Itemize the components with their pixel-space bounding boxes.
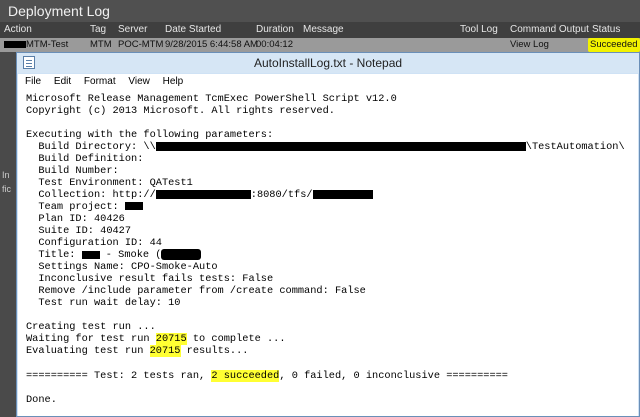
log-line: Copyright (c) 2013 Microsoft. All rights… [26,105,335,117]
background-text-fragment: fic [2,184,11,194]
row-action: MTM-Test [4,38,68,52]
log-line: Plan ID: 40426 [26,213,125,225]
notepad-window: AutoInstallLog.txt - Notepad File Edit F… [16,52,640,417]
row-duration: 00:04:12 [256,39,293,50]
column-header-tag[interactable]: Tag [90,22,106,38]
redaction-bar [161,249,202,260]
log-line-evaluating: Evaluating test run 20715 results... [26,345,249,357]
log-line: Creating test run ... [26,321,156,333]
menu-bar: File Edit Format View Help [18,74,638,90]
row-date-started: 9/28/2015 6:44:58 AM [165,39,258,50]
log-line-waiting: Waiting for test run 20715 to complete .… [26,333,286,345]
column-header-date-started[interactable]: Date Started [165,22,221,38]
log-line: Build Definition: [26,153,144,165]
log-line-collection: Collection: http://:8080/tfs/ [26,189,373,201]
log-line-title: Title: - Smoke ( [26,249,202,261]
log-line-team-project: Team project: [26,201,143,213]
view-log-link[interactable]: View Log [510,38,549,52]
log-line-result: ========== Test: 2 tests ran, 2 succeede… [26,370,508,382]
highlighted-succeeded: 2 succeeded [211,370,280,382]
redaction-bar [81,250,100,259]
log-line: Microsoft Release Management TcmExec Pow… [26,93,397,105]
notepad-icon [23,56,35,69]
log-line: Executing with the following parameters: [26,129,274,141]
highlighted-run-id: 20715 [155,333,187,345]
deployment-log-row[interactable]: MTM-Test MTM POC-MTM 9/28/2015 6:44:58 A… [0,38,640,52]
log-line: Configuration ID: 44 [26,237,162,249]
notepad-text-area[interactable]: Microsoft Release Management TcmExec Pow… [18,90,638,416]
menu-help[interactable]: Help [163,76,184,87]
menu-edit[interactable]: Edit [54,76,71,87]
column-header-server[interactable]: Server [118,22,147,38]
redaction-bar [124,202,143,211]
menu-file[interactable]: File [25,76,41,87]
log-line: Inconclusive result fails tests: False [26,273,274,285]
redaction-bar [312,189,373,199]
column-header-command-output[interactable]: Command Output [510,22,589,38]
status-badge: Succeeded [588,38,640,52]
notepad-title-bar[interactable]: AutoInstallLog.txt - Notepad [17,53,639,73]
column-header-status[interactable]: Status [592,22,620,38]
column-header-tool-log[interactable]: Tool Log [460,22,498,38]
row-server: POC-MTM [118,39,164,50]
redaction-bar [155,189,251,199]
column-header-duration[interactable]: Duration [256,22,294,38]
redaction-bar [4,40,26,48]
column-header-action[interactable]: Action [4,22,32,38]
row-tag: MTM [90,39,112,50]
menu-view[interactable]: View [128,76,150,87]
background-text-fragment: In [2,170,10,180]
notepad-window-title: AutoInstallLog.txt - Notepad [253,56,403,70]
column-header-message[interactable]: Message [303,22,344,38]
menu-format[interactable]: Format [84,76,116,87]
log-line: Test run wait delay: 10 [26,297,181,309]
highlighted-run-id: 20715 [149,345,181,357]
log-line: Suite ID: 40427 [26,225,132,237]
redaction-bar [155,141,526,151]
log-line-build-directory: Build Directory: \\ \TestAutomation\ [26,141,625,153]
log-line: Settings Name: CPO-Smoke-Auto [26,261,218,273]
log-line: Remove /include parameter from /create c… [26,285,366,297]
log-line: Done. [26,394,57,406]
log-line: Build Number: [26,165,119,177]
deployment-log-header-row: Action Tag Server Date Started Duration … [0,22,640,38]
log-line: Test Environment: QATest1 [26,177,193,189]
deployment-log-title: Deployment Log [0,0,640,22]
